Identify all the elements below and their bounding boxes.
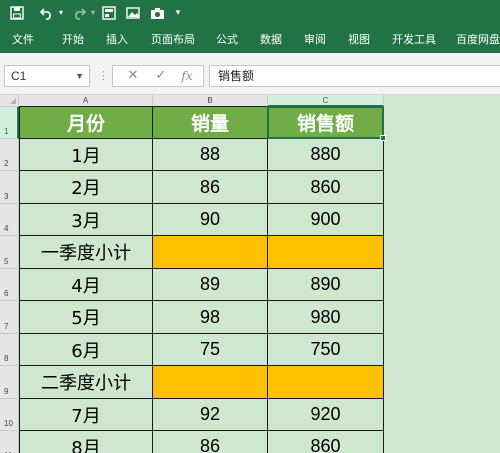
header-cell-month[interactable]: 月份 (19, 106, 153, 139)
redo-icon[interactable] (70, 3, 88, 23)
table-cell[interactable]: 890 (268, 269, 384, 301)
floppy-disk-icon[interactable] (8, 3, 26, 23)
table-cell[interactable]: 75 (153, 334, 268, 366)
form-icon[interactable] (100, 3, 118, 23)
table-cell[interactable]: 2月 (19, 171, 153, 204)
tab-home[interactable]: 开始 (62, 31, 84, 49)
row-header[interactable]: 7 (0, 301, 19, 334)
name-box-value: C1 (11, 69, 27, 83)
tab-developer[interactable]: 开发工具 (392, 31, 436, 49)
select-all-button[interactable] (0, 95, 19, 107)
table-cell[interactable]: 4月 (19, 269, 153, 301)
row-header[interactable]: 11 (0, 431, 19, 453)
redo-dropdown-icon[interactable]: ▾ (88, 3, 98, 23)
table-cell[interactable]: 8月 (19, 431, 153, 453)
tab-file[interactable]: 文件 (12, 31, 34, 49)
row-header[interactable]: 5 (0, 236, 19, 269)
table-cell[interactable]: 1月 (19, 139, 153, 171)
subtotal-cell[interactable] (268, 236, 384, 269)
row-header[interactable]: 3 (0, 171, 19, 204)
table-cell[interactable]: 7月 (19, 399, 153, 431)
table-cell[interactable]: 90 (153, 204, 268, 236)
cancel-x-icon[interactable]: ✕ (123, 66, 143, 86)
table-cell[interactable]: 880 (268, 139, 384, 171)
tab-formulas[interactable]: 公式 (216, 31, 238, 49)
row-header[interactable]: 8 (0, 334, 19, 366)
table-cell[interactable]: 86 (153, 171, 268, 204)
row-header[interactable]: 6 (0, 269, 19, 301)
checkmark-icon[interactable]: ✓ (151, 66, 171, 86)
tab-page-layout[interactable]: 页面布局 (151, 31, 195, 49)
subtotal-cell[interactable] (268, 366, 384, 399)
table-cell[interactable]: 860 (268, 171, 384, 204)
table-cell[interactable]: 5月 (19, 301, 153, 334)
table-cell[interactable]: 89 (153, 269, 268, 301)
undo-icon[interactable] (38, 3, 56, 23)
name-box[interactable]: C1 ▼ (4, 65, 90, 87)
table-cell[interactable]: 92 (153, 399, 268, 431)
grip-icon: ⋮ (98, 69, 109, 82)
table-cell[interactable]: 86 (153, 431, 268, 453)
table-cell[interactable]: 98 (153, 301, 268, 334)
subtotal-cell[interactable] (153, 236, 268, 269)
table-cell[interactable]: 3月 (19, 204, 153, 236)
tab-data[interactable]: 数据 (260, 31, 282, 49)
table-cell[interactable]: 88 (153, 139, 268, 171)
table-cell[interactable]: 920 (268, 399, 384, 431)
ribbon-tabs: 文件 开始 插入 页面布局 公式 数据 审阅 视图 开发工具 百度网盘 (0, 27, 500, 53)
subtotal-label-cell[interactable]: 二季度小计 (19, 366, 153, 399)
customize-icon[interactable]: ▾ (172, 3, 184, 23)
camera-icon[interactable] (148, 3, 166, 23)
header-cell-quantity[interactable]: 销量 (153, 106, 268, 139)
picture-icon[interactable] (124, 3, 142, 23)
insert-function-button[interactable]: fx (177, 66, 197, 86)
row-header[interactable]: 2 (0, 139, 19, 171)
header-cell-sales[interactable]: 销售额 (268, 106, 384, 139)
tab-view[interactable]: 视图 (348, 31, 370, 49)
select-all-triangle-icon (10, 98, 16, 104)
tab-insert[interactable]: 插入 (106, 31, 128, 49)
formula-input[interactable]: 销售额 (209, 65, 500, 87)
formula-buttons: ✕ ✓ fx (112, 65, 204, 87)
tab-review[interactable]: 审阅 (304, 31, 326, 49)
row-header[interactable]: 9 (0, 366, 19, 399)
subtotal-cell[interactable] (153, 366, 268, 399)
undo-dropdown-icon[interactable]: ▾ (56, 3, 66, 23)
row-header[interactable]: 1 (0, 107, 19, 139)
table-cell[interactable]: 980 (268, 301, 384, 334)
subtotal-label-cell[interactable]: 一季度小计 (19, 236, 153, 269)
table-cell[interactable]: 860 (268, 431, 384, 453)
quick-access-toolbar: ▾ ▾ ▾ (0, 0, 500, 27)
table-cell[interactable]: 900 (268, 204, 384, 236)
formula-bar: C1 ▼ ⋮ ✕ ✓ fx 销售额 (0, 53, 500, 95)
row-header[interactable]: 4 (0, 204, 19, 236)
row-header[interactable]: 10 (0, 399, 19, 431)
tab-baidu-netdisk[interactable]: 百度网盘 (456, 31, 500, 49)
table-cell[interactable]: 6月 (19, 334, 153, 366)
chevron-down-icon[interactable]: ▼ (75, 66, 84, 86)
table-cell[interactable]: 750 (268, 334, 384, 366)
